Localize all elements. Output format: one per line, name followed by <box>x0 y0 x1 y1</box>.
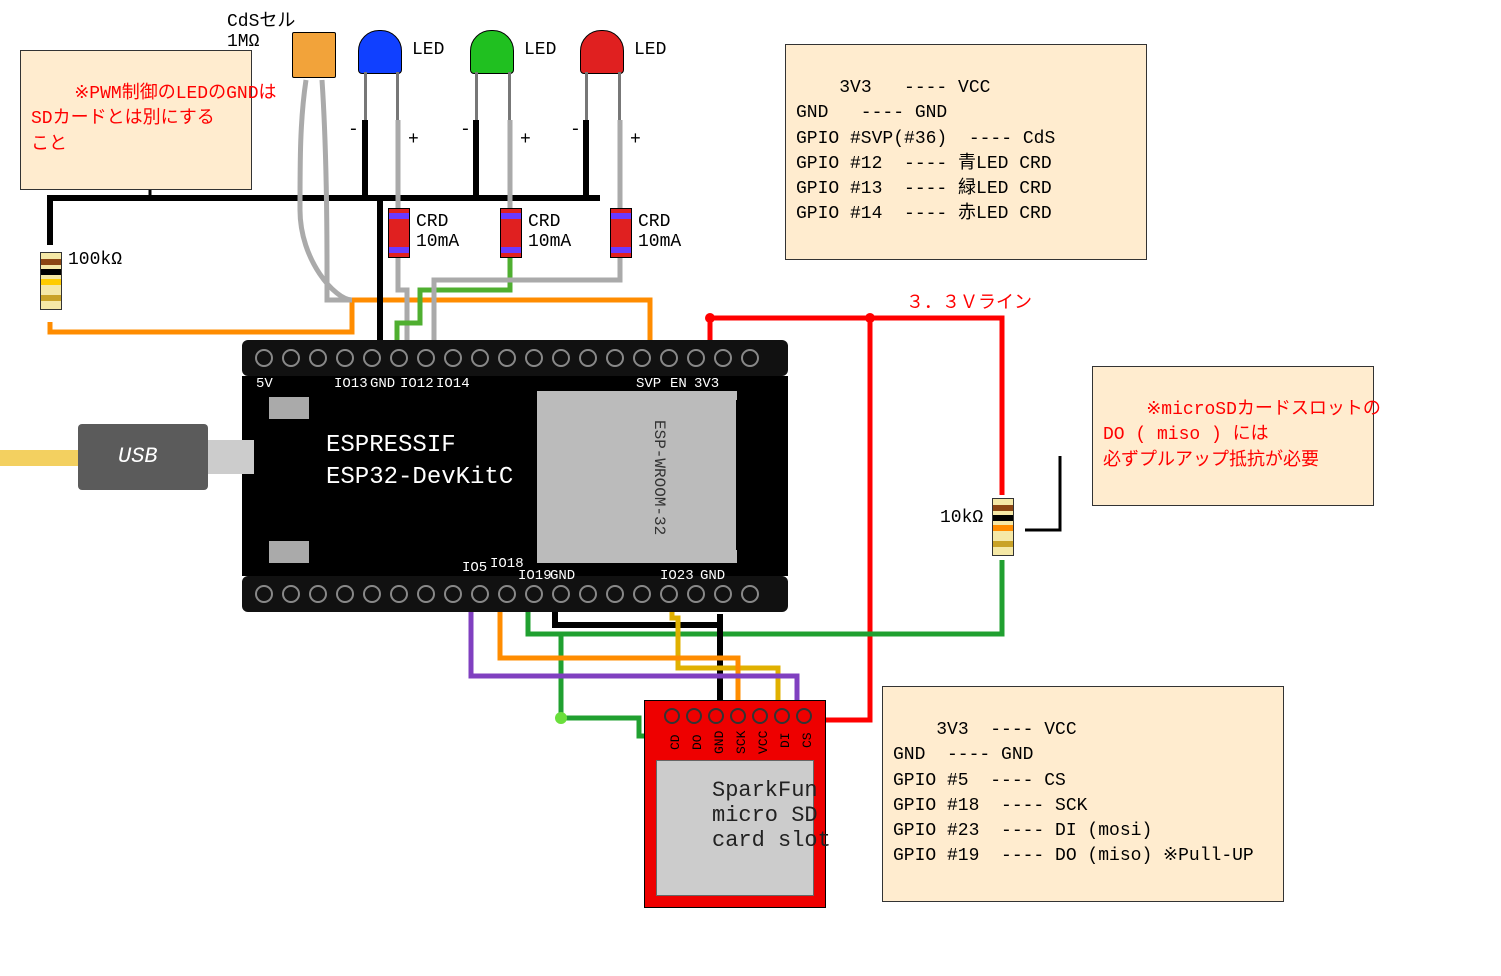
board-model: ESP32-DevKitC <box>326 464 513 491</box>
pin-io5: IO5 <box>462 560 487 576</box>
sd-pin-vcc: VCC <box>756 731 771 754</box>
sd-pin-gnd: GND <box>712 731 727 754</box>
plus-2: + <box>520 130 531 150</box>
pin-3v3: 3V3 <box>694 376 719 392</box>
led-blue-label: LED <box>412 40 444 60</box>
led-green <box>470 30 514 74</box>
wiring-diagram: ※PWM制御のLEDのGNDは SDカードとは別にする こと CdSセル 1MΩ… <box>0 0 1501 976</box>
sd-pin-cd: CD <box>668 734 683 750</box>
sd-pin-do: DO <box>690 734 705 750</box>
pin-gnd-b2: GND <box>700 568 725 584</box>
pin-io23: IO23 <box>660 568 694 584</box>
button-en <box>268 396 310 420</box>
usb-plug <box>208 440 254 474</box>
minus-3: - <box>570 120 581 140</box>
pin-svp: SVP <box>636 376 661 392</box>
label-3v3-line: ３．３Ｖライン <box>906 288 1032 314</box>
pin-io14: IO14 <box>436 376 470 392</box>
mapping-sd-box: 3V3 ---- VCC GND ---- GND GPIO #5 ---- C… <box>882 686 1284 902</box>
pin-row-top <box>242 340 788 376</box>
pin-io19: IO19 <box>518 568 552 584</box>
resistor-100k-label: 100kΩ <box>68 250 122 270</box>
note-pwm-gnd-text: ※PWM制御のLEDのGNDは SDカードとは別にする こと <box>31 84 277 154</box>
resistor-10k <box>992 498 1014 556</box>
board-brand: ESPRESSIF <box>326 432 456 459</box>
button-boot <box>268 540 310 564</box>
minus-1: - <box>348 120 359 140</box>
cds-cell <box>292 32 336 78</box>
crd-red <box>610 208 632 258</box>
pin-gnd-b1: GND <box>550 568 575 584</box>
usb-cable <box>0 450 78 466</box>
plus-1: + <box>408 130 419 150</box>
sd-pin-sck: SCK <box>734 731 749 754</box>
crd-green <box>500 208 522 258</box>
pin-io12: IO12 <box>400 376 434 392</box>
wroom-module <box>536 390 738 564</box>
plus-3: + <box>630 130 641 150</box>
mapping-top-box: 3V3 ---- VCC GND ---- GND GPIO #SVP(#36)… <box>785 44 1147 260</box>
crd-red-label: CRD 10mA <box>638 212 681 252</box>
sd-pin-cs: CS <box>800 732 815 748</box>
sd-pin-di: DI <box>778 732 793 748</box>
sd-title: SparkFun micro SD card slot <box>712 778 831 853</box>
mapping-sd-text: 3V3 ---- VCC GND ---- GND GPIO #5 ---- C… <box>893 720 1254 866</box>
led-red <box>580 30 624 74</box>
resistor-10k-label: 10kΩ <box>940 508 983 528</box>
resistor-100k <box>40 252 62 310</box>
usb-label: USB <box>118 444 158 469</box>
mapping-top-text: 3V3 ---- VCC GND ---- GND GPIO #SVP(#36)… <box>796 78 1055 224</box>
crd-green-label: CRD 10mA <box>528 212 571 252</box>
crd-blue-label: CRD 10mA <box>416 212 459 252</box>
led-blue <box>358 30 402 74</box>
pin-5v: 5V <box>256 376 273 392</box>
led-green-label: LED <box>524 40 556 60</box>
antenna-area <box>736 400 788 550</box>
note-pullup: ※microSDカードスロットの DO ( miso ) には 必ずプルアップ抵… <box>1092 366 1374 506</box>
pin-io13: IO13 <box>334 376 368 392</box>
crd-blue <box>388 208 410 258</box>
cds-label: CdSセル 1MΩ <box>227 6 295 52</box>
pin-en: EN <box>670 376 687 392</box>
pin-gnd-top: GND <box>370 376 395 392</box>
module-name: ESP-WROOM-32 <box>650 420 668 535</box>
minus-2: - <box>460 120 471 140</box>
led-red-label: LED <box>634 40 666 60</box>
note-pullup-text: ※microSDカードスロットの DO ( miso ) には 必ずプルアップ抵… <box>1103 400 1381 470</box>
note-pwm-gnd: ※PWM制御のLEDのGNDは SDカードとは別にする こと <box>20 50 252 190</box>
